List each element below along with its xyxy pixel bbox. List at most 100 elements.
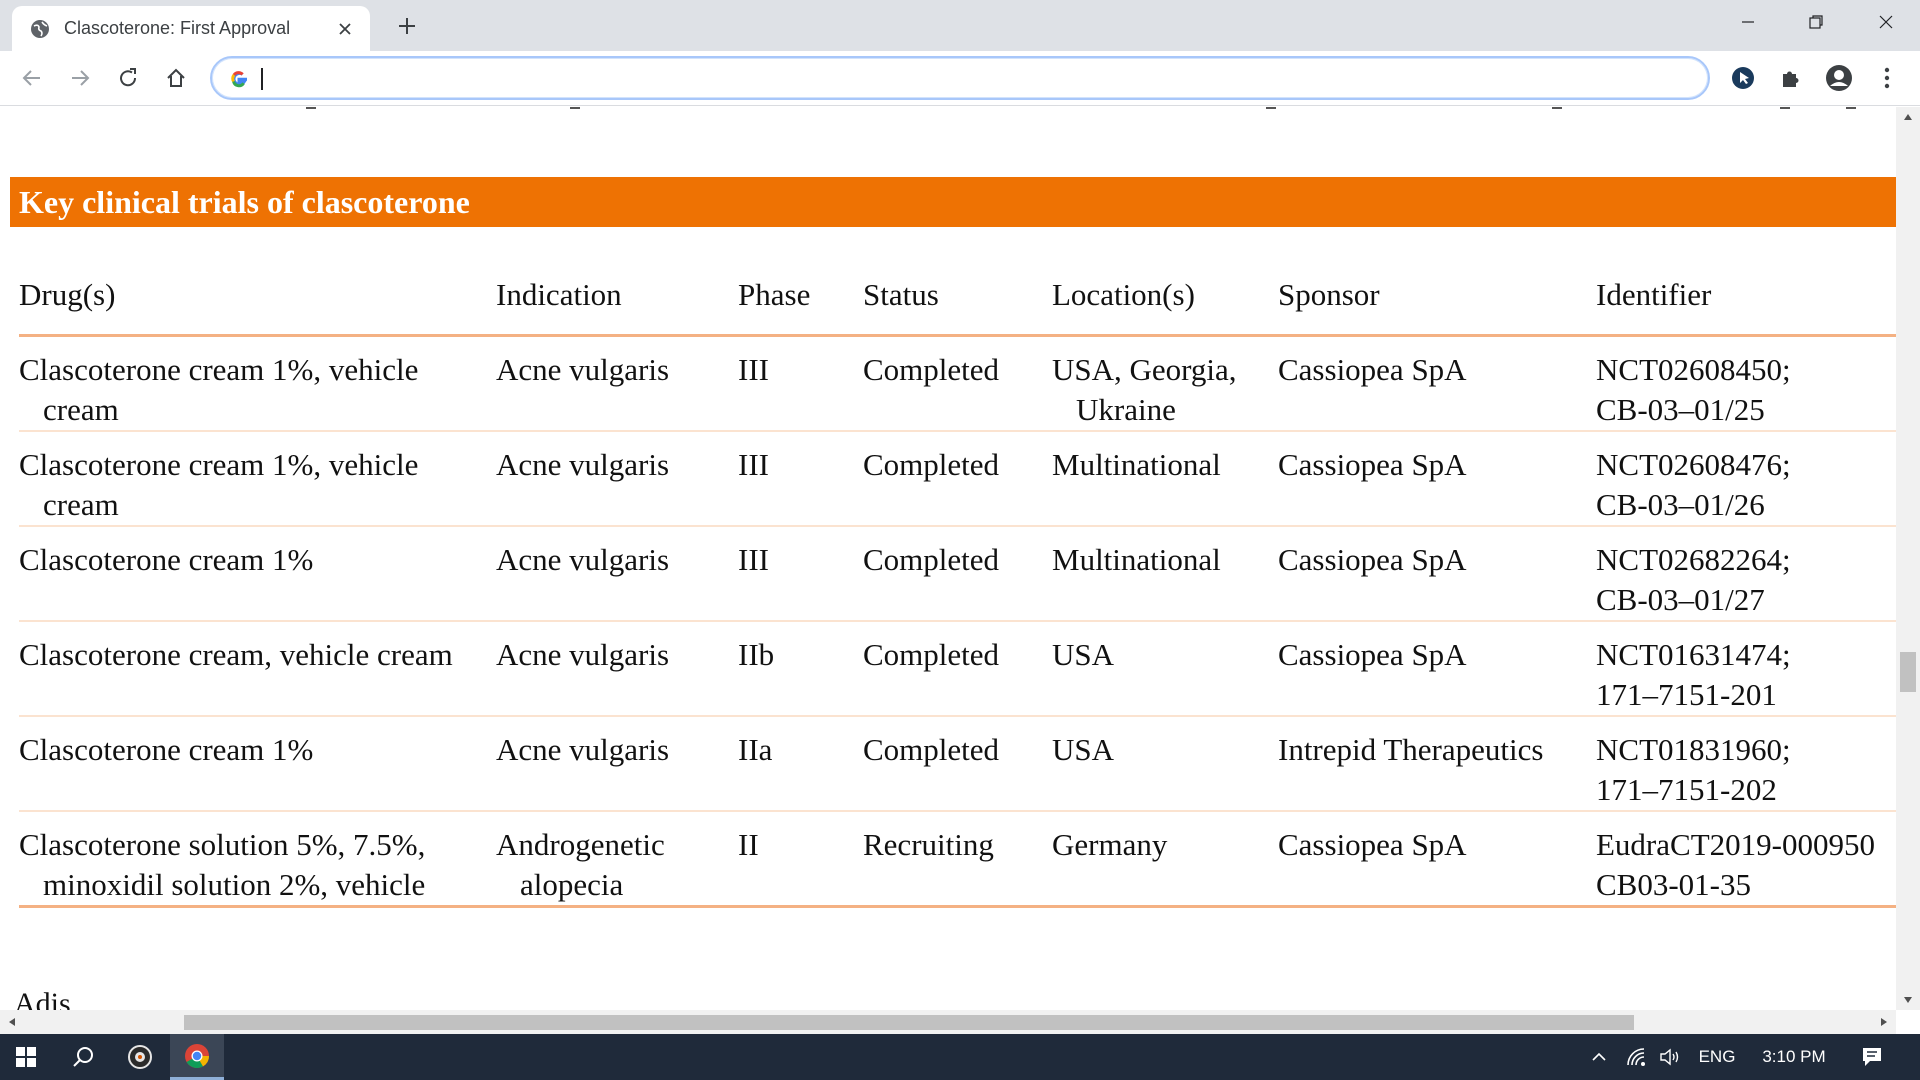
media-player-icon[interactable] [116, 1034, 164, 1080]
column-header: Status [863, 257, 1052, 337]
horizontal-scrollbar[interactable] [0, 1010, 1896, 1034]
sponsor-cell: Cassiopea SpA [1278, 335, 1596, 432]
google-icon [231, 71, 247, 88]
sponsor-cell: Cassiopea SpA [1278, 620, 1596, 717]
clock[interactable]: 3:10 PM [1752, 1034, 1836, 1080]
search-icon[interactable] [58, 1034, 108, 1080]
identifier-cell: NCT02608450; CB-03–01/25 [1596, 335, 1896, 432]
identifier-cell: NCT01831960; 171–7151-202 [1596, 715, 1896, 812]
address-bar[interactable] [210, 56, 1710, 100]
chrome-taskbar-icon[interactable] [170, 1034, 224, 1080]
tab-close-icon[interactable] [334, 18, 356, 40]
table-header-row: Drug(s) Indication Phase Status Location… [19, 257, 1896, 337]
identifier-primary: NCT02682264; [1596, 541, 1791, 577]
sponsor-cell: Intrepid Therapeutics [1278, 715, 1596, 812]
windows-start-icon[interactable] [0, 1034, 52, 1080]
column-header: Location(s) [1052, 257, 1278, 337]
column-header: Indication [496, 257, 738, 337]
location-cell: USA [1052, 715, 1278, 812]
menu-kebab-icon[interactable] [1872, 63, 1902, 93]
identifier-primary: NCT01831960; [1596, 731, 1791, 767]
phase-cell: III [738, 525, 863, 622]
browser-tab[interactable]: Clascoterone: First Approval [12, 6, 370, 51]
identifier-primary: NCT02608450; [1596, 351, 1791, 387]
restore-icon[interactable] [1786, 0, 1846, 44]
language-indicator[interactable]: ENG [1692, 1034, 1742, 1080]
phase-cell: IIa [738, 715, 863, 812]
drug-cell: Clascoterone cream 1%, vehicle cream [19, 335, 496, 432]
tray-chevron-icon[interactable] [1586, 1034, 1612, 1080]
table-row: Clascoterone solution 5%, 7.5%, minoxidi… [19, 810, 1896, 908]
forward-icon[interactable] [62, 60, 98, 96]
sponsor-cell: Cassiopea SpA [1278, 810, 1596, 908]
indication-cell: Acne vulgaris [496, 335, 738, 432]
identifier-secondary: 171–7151-202 [1596, 771, 1777, 807]
scroll-right-icon[interactable] [1878, 1016, 1890, 1028]
minimize-icon[interactable] [1718, 0, 1778, 44]
status-cell: Completed [863, 335, 1052, 432]
phase-cell: II [738, 810, 863, 908]
browser-toolbar [0, 51, 1920, 106]
identifier-primary: EudraCT2019-000950 [1596, 826, 1875, 862]
drug-cell: Clascoterone cream 1% [19, 715, 496, 812]
drug-cell: Clascoterone cream, vehicle cream [19, 620, 496, 717]
home-icon[interactable] [158, 60, 194, 96]
phase-cell: IIb [738, 620, 863, 717]
page-viewport[interactable]: Key clinical trials of clascoterone Drug… [0, 107, 1896, 1010]
identifier-secondary: CB-03–01/25 [1596, 391, 1765, 427]
tab-title: Clascoterone: First Approval [64, 18, 291, 38]
identifier-primary: NCT02608476; [1596, 446, 1791, 482]
column-header: Drug(s) [19, 257, 496, 337]
identifier-secondary: CB03-01-35 [1596, 866, 1751, 902]
location-cell: Multinational [1052, 525, 1278, 622]
notifications-icon[interactable] [1852, 1034, 1892, 1080]
indication-cell: Acne vulgaris [496, 715, 738, 812]
column-header: Identifier [1596, 257, 1896, 337]
sponsor-cell: Cassiopea SpA [1278, 430, 1596, 527]
phase-cell: III [738, 430, 863, 527]
drug-cell: Clascoterone solution 5%, 7.5%, minoxidi… [19, 810, 496, 908]
location-cell: USA, Georgia, Ukraine [1052, 335, 1278, 432]
indication-cell: Acne vulgaris [496, 525, 738, 622]
identifier-cell: NCT02608476; CB-03–01/26 [1596, 430, 1896, 527]
column-header: Phase [738, 257, 863, 337]
new-tab-icon[interactable] [392, 11, 422, 41]
clinical-trials-table: Drug(s) Indication Phase Status Location… [19, 257, 1896, 908]
status-cell: Completed [863, 620, 1052, 717]
back-icon[interactable] [14, 60, 50, 96]
text-caret [261, 68, 263, 90]
close-window-icon[interactable] [1856, 0, 1916, 44]
table-row: Clascoterone cream, vehicle cream Acne v… [19, 620, 1896, 717]
vertical-scrollbar[interactable] [1896, 107, 1920, 1010]
table-row: Clascoterone cream 1% Acne vulgaris IIa … [19, 715, 1896, 812]
status-cell: Completed [863, 525, 1052, 622]
location-cell: Multinational [1052, 430, 1278, 527]
extension-cursor-icon[interactable] [1728, 63, 1758, 93]
sponsor-cell: Cassiopea SpA [1278, 525, 1596, 622]
reload-icon[interactable] [110, 60, 146, 96]
clipped-content-marks [0, 107, 1896, 113]
horizontal-scroll-thumb[interactable] [184, 1015, 1634, 1030]
scroll-left-icon[interactable] [6, 1016, 18, 1028]
profile-avatar-icon[interactable] [1824, 63, 1854, 93]
extensions-puzzle-icon[interactable] [1776, 63, 1806, 93]
identifier-primary: NCT01631474; [1596, 636, 1791, 672]
identifier-secondary: 171–7151-201 [1596, 676, 1777, 712]
location-cell: USA [1052, 620, 1278, 717]
identifier-secondary: CB-03–01/27 [1596, 581, 1765, 617]
table-row: Clascoterone cream 1% Acne vulgaris III … [19, 525, 1896, 622]
location-cell: Germany [1052, 810, 1278, 908]
scroll-down-icon[interactable] [1902, 994, 1914, 1006]
section-title: Key clinical trials of clascoterone [10, 177, 1896, 227]
adis-heading-partial: Adis [14, 987, 71, 1010]
drug-cell: Clascoterone cream 1%, vehicle cream [19, 430, 496, 527]
volume-icon[interactable] [1656, 1034, 1686, 1080]
vertical-scroll-thumb[interactable] [1900, 652, 1916, 692]
phase-cell: III [738, 335, 863, 432]
indication-cell: Acne vulgaris [496, 430, 738, 527]
address-input[interactable] [260, 64, 1680, 92]
status-cell: Recruiting [863, 810, 1052, 908]
scroll-up-icon[interactable] [1902, 111, 1914, 123]
network-wifi-icon[interactable] [1622, 1034, 1652, 1080]
status-cell: Completed [863, 430, 1052, 527]
